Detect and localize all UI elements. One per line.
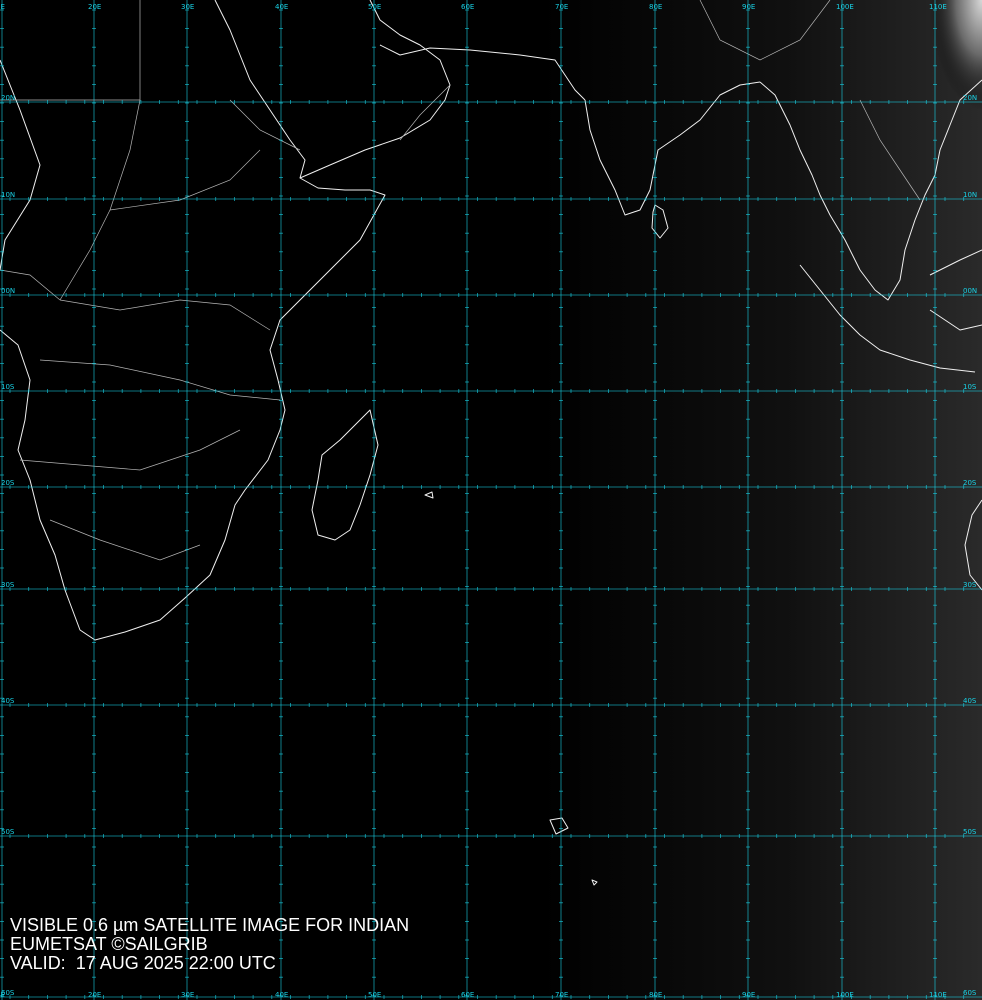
latitude-label-right: 00N (963, 287, 977, 295)
longitude-label-top: 70E (555, 3, 568, 11)
longitude-label-bottom: 30E (181, 991, 194, 999)
longitude-label-top: 100E (836, 3, 854, 11)
latitude-label-left: 00N (1, 287, 15, 295)
latitude-label-right: 60S (963, 989, 977, 997)
longitude-label-top: 50E (368, 3, 381, 11)
longitude-label-bottom: 110E (929, 991, 947, 999)
latitude-label-left: 60S (1, 989, 15, 997)
caption-title: VISIBLE 0.6 µm SATELLITE IMAGE FOR INDIA… (10, 915, 410, 935)
caption-valid-time: VALID: 17 AUG 2025 22:00 UTC (10, 953, 276, 973)
latitude-label-left: 50S (1, 828, 15, 836)
longitude-label-top: 110E (929, 3, 947, 11)
latitude-label-left: 20N (1, 94, 15, 102)
latitude-label-right: 30S (963, 581, 977, 589)
longitude-label-bottom: 60E (461, 991, 474, 999)
longitude-label-bottom: 70E (555, 991, 568, 999)
latitude-label-right: 10N (963, 191, 977, 199)
longitude-label-top: 60E (461, 3, 474, 11)
latitude-label-right: 20S (963, 479, 977, 487)
longitude-label-bottom: 40E (275, 991, 288, 999)
image-caption: VISIBLE 0.6 µm SATELLITE IMAGE FOR INDIA… (10, 916, 409, 973)
latitude-label-left: 20S (1, 479, 15, 487)
longitude-label-bottom: 50E (368, 991, 381, 999)
longitude-label-bottom: 80E (649, 991, 662, 999)
longitude-label-bottom: 20E (88, 991, 101, 999)
longitude-label-top: 80E (649, 3, 662, 11)
longitude-label-top: 0E (0, 3, 5, 11)
latitude-label-left: 40S (1, 697, 15, 705)
caption-source: EUMETSAT ©SAILGRIB (10, 934, 208, 954)
satellite-map: 0E0E20E20E30E30E40E40E50E50E60E60E70E70E… (0, 0, 982, 1000)
latitude-label-right: 40S (963, 697, 977, 705)
latitude-label-left: 10N (1, 191, 15, 199)
longitude-label-top: 90E (742, 3, 755, 11)
longitude-label-bottom: 90E (742, 991, 755, 999)
longitude-label-top: 20E (88, 3, 101, 11)
latitude-label-left: 30S (1, 581, 15, 589)
longitude-label-bottom: 100E (836, 991, 854, 999)
night-background (0, 0, 982, 1000)
latitude-label-right: 50S (963, 828, 977, 836)
latitude-label-left: 10S (1, 383, 15, 391)
longitude-label-top: 40E (275, 3, 288, 11)
latitude-label-right: 20N (963, 94, 977, 102)
longitude-label-top: 30E (181, 3, 194, 11)
latitude-label-right: 10S (963, 383, 977, 391)
